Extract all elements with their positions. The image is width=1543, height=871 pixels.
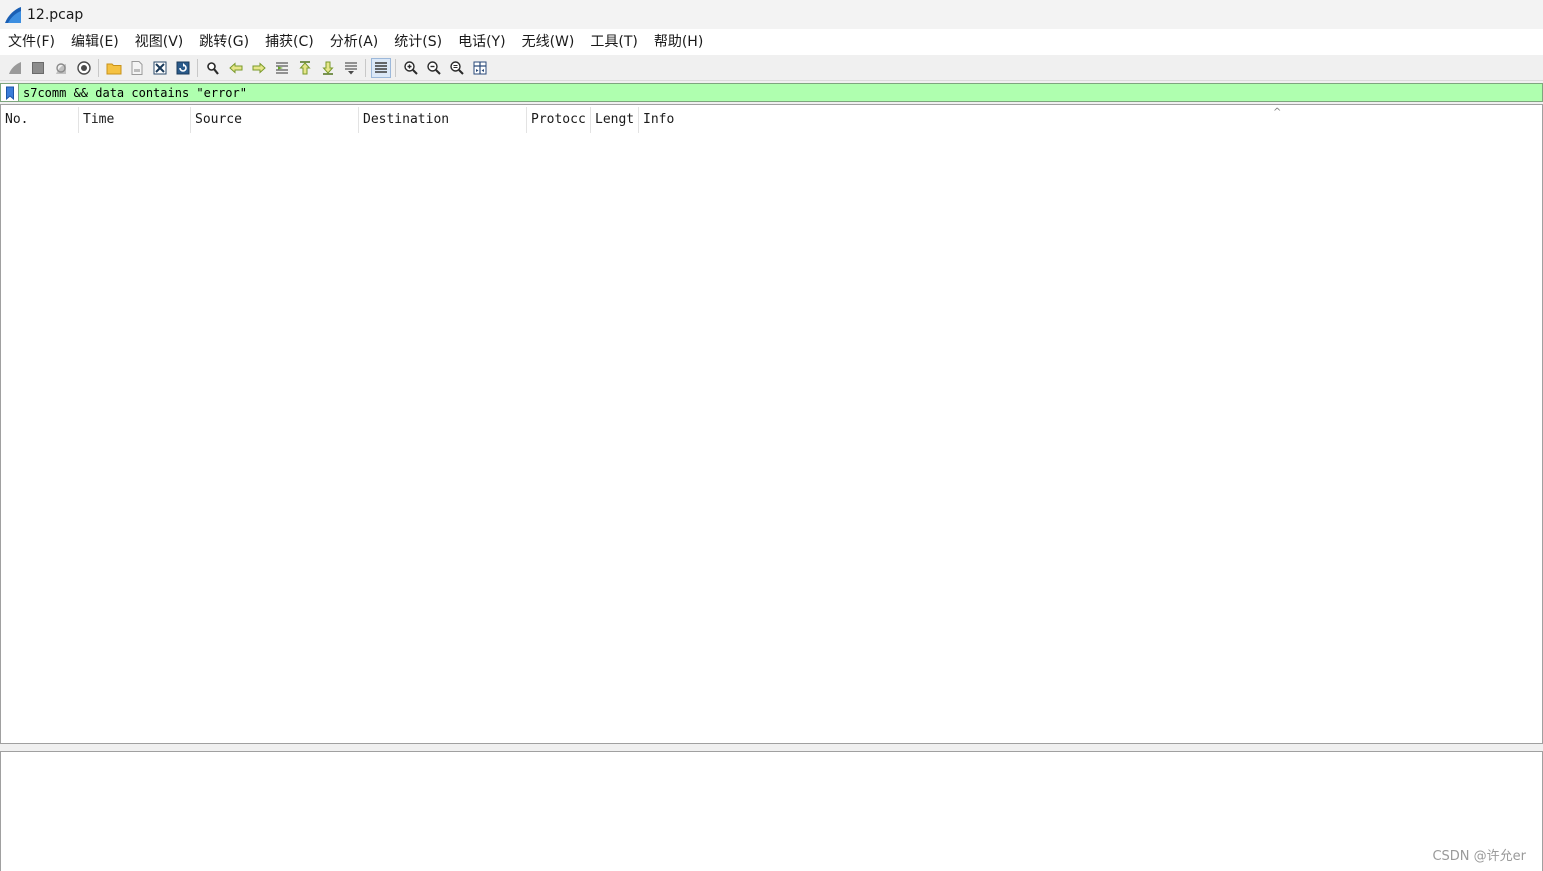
go-forward-button[interactable] <box>249 58 269 78</box>
start-capture-icon <box>8 61 21 74</box>
reload-file-icon <box>176 61 189 74</box>
menu-tools[interactable]: 工具(T) <box>582 30 645 54</box>
first-packet-button[interactable] <box>295 58 315 78</box>
watermark-text: CSDN @许允er <box>1432 849 1526 864</box>
wireshark-fin-icon <box>5 6 21 23</box>
find-packet-icon <box>206 61 219 75</box>
last-packet-button[interactable] <box>318 58 338 78</box>
find-packet-button[interactable] <box>203 58 223 78</box>
menu-go[interactable]: 跳转(G) <box>191 30 257 54</box>
column-header-info[interactable]: Info <box>639 107 1539 133</box>
column-header-destination[interactable]: Destination <box>359 107 527 133</box>
menu-telephony[interactable]: 电话(Y) <box>450 30 513 54</box>
colorize-button[interactable] <box>370 57 391 78</box>
display-filter-bar <box>0 83 1543 102</box>
auto-scroll-button[interactable] <box>341 58 361 78</box>
packet-list-header: No. Time Source Destination Protocc Leng… <box>1 107 1542 133</box>
menu-file[interactable]: 文件(F) <box>0 30 63 54</box>
window-title: 12.pcap <box>27 6 84 23</box>
toolbar-separator <box>365 58 366 77</box>
bookmark-icon <box>5 86 14 100</box>
resize-columns-button[interactable] <box>470 58 490 78</box>
start-capture-button[interactable] <box>5 58 25 78</box>
zoom-normal-button[interactable] <box>447 58 467 78</box>
main-toolbar <box>0 55 1543 81</box>
zoom-out-icon <box>426 60 441 75</box>
toolbar-separator <box>98 58 99 77</box>
column-header-protocol[interactable]: Protocc <box>527 107 591 133</box>
zoom-out-button[interactable] <box>424 58 444 78</box>
save-file-button[interactable] <box>127 58 147 78</box>
menu-statistics[interactable]: 统计(S) <box>386 30 450 54</box>
capture-options-button[interactable] <box>74 58 94 78</box>
zoom-in-button[interactable] <box>401 58 421 78</box>
go-to-packet-button[interactable] <box>272 58 292 78</box>
menu-capture[interactable]: 捕获(C) <box>257 30 322 54</box>
column-header-no[interactable]: No. <box>1 107 79 133</box>
packet-details-pane[interactable]: CSDN @许允er <box>0 751 1543 871</box>
wireshark-window: 12.pcap 文件(F) 编辑(E) 视图(V) 跳转(G) 捕获(C) 分析… <box>0 0 1543 871</box>
save-file-icon <box>131 60 142 75</box>
open-file-icon <box>106 63 121 74</box>
last-packet-icon <box>321 61 334 75</box>
go-back-button[interactable] <box>226 58 246 78</box>
go-forward-icon <box>252 61 266 74</box>
column-header-source[interactable]: Source <box>191 107 359 133</box>
stop-capture-icon <box>31 61 44 74</box>
close-file-button[interactable] <box>150 58 170 78</box>
title-bar: 12.pcap <box>0 0 1543 29</box>
resize-columns-icon <box>473 61 486 74</box>
go-back-icon <box>228 61 242 74</box>
toolbar-separator <box>197 58 198 77</box>
sort-indicator-icon: ^ <box>1273 107 1282 118</box>
restart-capture-icon <box>55 62 66 74</box>
menu-bar: 文件(F) 编辑(E) 视图(V) 跳转(G) 捕获(C) 分析(A) 统计(S… <box>0 29 1543 55</box>
zoom-in-icon <box>403 60 418 75</box>
reload-file-button[interactable] <box>173 58 193 78</box>
menu-analyze[interactable]: 分析(A) <box>322 30 387 54</box>
column-header-time[interactable]: Time <box>79 107 191 133</box>
colorize-icon <box>374 61 387 73</box>
open-file-button[interactable] <box>104 58 124 78</box>
menu-view[interactable]: 视图(V) <box>127 30 192 54</box>
auto-scroll-icon <box>344 61 357 74</box>
zoom-normal-icon <box>449 60 464 75</box>
go-to-packet-icon <box>275 61 288 74</box>
packet-list-pane[interactable]: No. Time Source Destination Protocc Leng… <box>0 104 1543 744</box>
close-file-icon <box>153 61 166 74</box>
stop-capture-button[interactable] <box>28 58 48 78</box>
toolbar-separator <box>395 58 396 77</box>
pane-splitter[interactable] <box>0 744 1543 751</box>
menu-wireless[interactable]: 无线(W) <box>514 30 583 54</box>
filter-bookmark-button[interactable] <box>1 84 19 101</box>
menu-help[interactable]: 帮助(H) <box>646 30 711 54</box>
capture-options-icon <box>76 60 91 75</box>
first-packet-icon <box>298 60 311 74</box>
display-filter-input[interactable] <box>19 84 1542 101</box>
restart-capture-button[interactable] <box>51 58 71 78</box>
column-header-length[interactable]: Lengt <box>591 107 639 133</box>
menu-edit[interactable]: 编辑(E) <box>63 30 127 54</box>
